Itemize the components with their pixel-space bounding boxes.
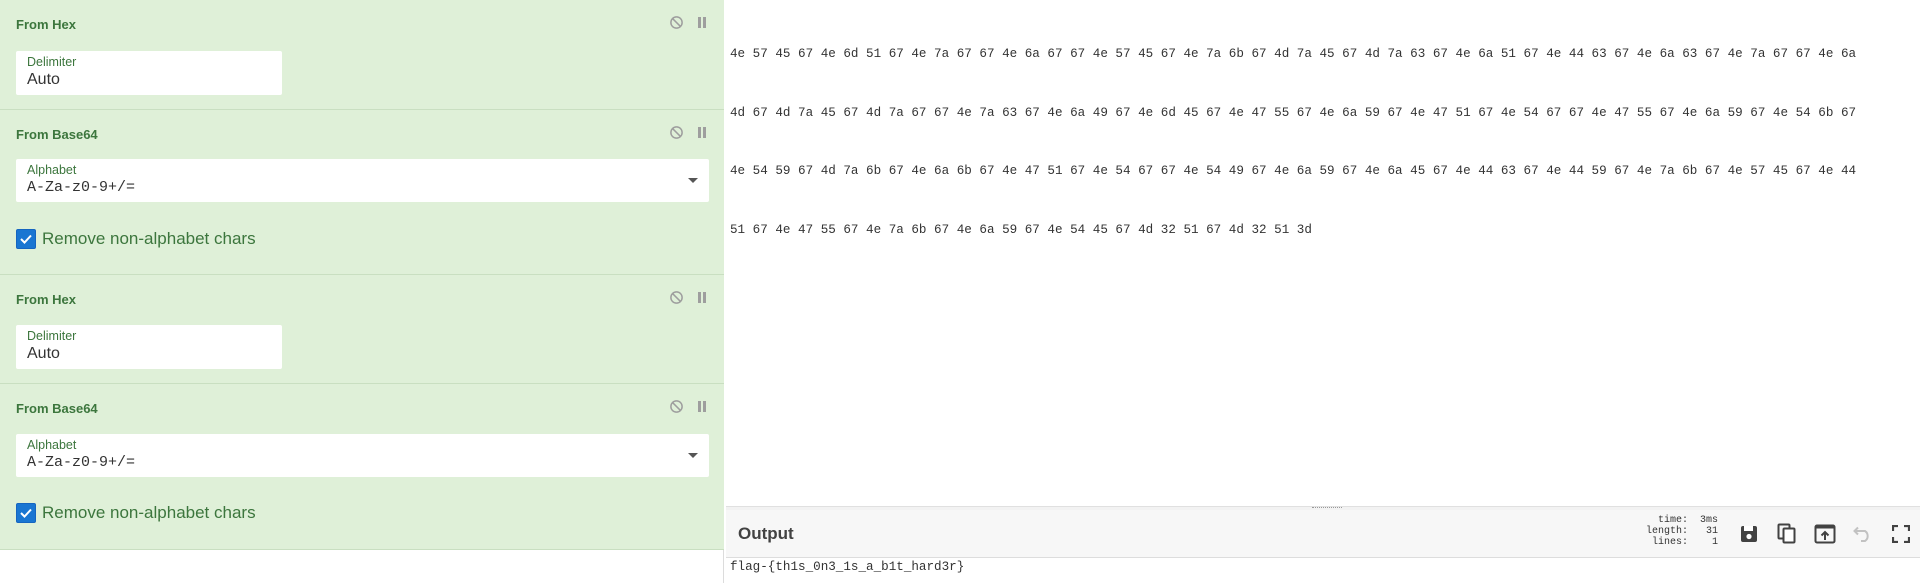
alphabet-field[interactable]: Alphabet A-Za-z0-9+/= xyxy=(16,159,709,202)
pause-icon[interactable] xyxy=(694,124,710,140)
operation-controls xyxy=(668,124,710,140)
operation-title: From Hex xyxy=(16,17,76,32)
splitter-grip[interactable] xyxy=(1312,507,1342,509)
dropdown-arrow-icon[interactable] xyxy=(677,159,709,202)
stat-key: lines: xyxy=(1651,537,1688,548)
alphabet-label: Alphabet xyxy=(27,438,77,452)
operation-controls xyxy=(668,398,710,414)
alphabet-value[interactable]: A-Za-z0-9+/= xyxy=(27,179,135,196)
alphabet-field[interactable]: Alphabet A-Za-z0-9+/= xyxy=(16,434,709,477)
input-line: 4e 57 45 67 4e 6d 51 67 4e 7a 67 67 4e 6… xyxy=(730,47,1857,61)
recipe-pane: From Hex Delimiter Auto From Base64 Alph… xyxy=(0,0,724,583)
pause-icon[interactable] xyxy=(694,289,710,305)
checkbox-label: Remove non-alphabet chars xyxy=(42,503,256,522)
output-header: Output time: 3ms length: 31 lines: 1 xyxy=(726,510,1920,558)
stat-lines: lines: 1 xyxy=(1626,537,1718,548)
stat-value: 1 xyxy=(1711,537,1718,548)
remove-non-alphabet-checkbox[interactable]: Remove non-alphabet chars xyxy=(16,229,256,249)
dropdown-arrow-icon[interactable] xyxy=(677,434,709,477)
stat-key: time: xyxy=(1657,515,1688,526)
delimiter-value[interactable]: Auto xyxy=(27,345,60,363)
delimiter-field[interactable]: Delimiter Auto xyxy=(16,325,282,369)
save-icon[interactable] xyxy=(1730,515,1768,553)
operation-title: From Hex xyxy=(16,292,76,307)
operation-title: From Base64 xyxy=(16,127,98,142)
delimiter-label: Delimiter xyxy=(27,55,77,69)
checkbox-label: Remove non-alphabet chars xyxy=(42,229,256,248)
input-pane[interactable]: 4e 57 45 67 4e 6d 51 67 4e 7a 67 67 4e 6… xyxy=(726,0,1920,506)
recipe-operation-from-base64-1[interactable]: From Base64 Alphabet A-Za-z0-9+/= Remove… xyxy=(0,110,724,275)
disable-icon[interactable] xyxy=(668,14,684,30)
output-pane[interactable]: flag-{th1s_0n3_1s_a_b1t_hard3r} xyxy=(726,558,1920,583)
output-toolbar xyxy=(1730,510,1920,558)
check-icon[interactable] xyxy=(16,503,36,523)
stat-value: 31 xyxy=(1705,526,1718,537)
stat-value: 3ms xyxy=(1699,515,1718,526)
input-line: 51 67 4e 47 55 67 4e 7a 6b 67 4e 6a 59 6… xyxy=(730,222,1312,237)
pause-icon[interactable] xyxy=(694,14,710,30)
replace-input-icon[interactable] xyxy=(1806,515,1844,553)
copy-icon[interactable] xyxy=(1768,515,1806,553)
alphabet-value[interactable]: A-Za-z0-9+/= xyxy=(27,454,135,471)
stat-length: length: 31 xyxy=(1626,526,1718,537)
input-textarea[interactable]: 4e 57 45 67 4e 6d 51 67 4e 7a 67 67 4e 6… xyxy=(730,6,1916,279)
undo-icon[interactable] xyxy=(1844,515,1882,553)
output-text[interactable]: flag-{th1s_0n3_1s_a_b1t_hard3r} xyxy=(730,560,964,574)
check-icon[interactable] xyxy=(16,229,36,249)
recipe-operation-from-hex-2[interactable]: From Hex Delimiter Auto xyxy=(0,275,724,384)
delimiter-label: Delimiter xyxy=(27,329,77,343)
input-line: 4d 67 4d 7a 45 67 4d 7a 67 67 4e 7a 63 6… xyxy=(730,105,1857,120)
output-stats: time: 3ms length: 31 lines: 1 xyxy=(1626,515,1718,548)
stat-key: length: xyxy=(1645,526,1688,537)
output-title: Output xyxy=(738,524,794,543)
input-line: 4e 54 59 67 4d 7a 6b 67 4e 6a 6b 67 4e 4… xyxy=(730,164,1857,178)
stat-time: time: 3ms xyxy=(1626,515,1718,526)
operation-controls xyxy=(668,289,710,305)
cyberchef-app: From Hex Delimiter Auto From Base64 Alph… xyxy=(0,0,1920,583)
delimiter-value[interactable]: Auto xyxy=(27,71,60,89)
disable-icon[interactable] xyxy=(668,124,684,140)
remove-non-alphabet-checkbox[interactable]: Remove non-alphabet chars xyxy=(16,503,256,523)
disable-icon[interactable] xyxy=(668,398,684,414)
delimiter-field[interactable]: Delimiter Auto xyxy=(16,51,282,95)
disable-icon[interactable] xyxy=(668,289,684,305)
pause-icon[interactable] xyxy=(694,398,710,414)
recipe-operation-from-base64-2[interactable]: From Base64 Alphabet A-Za-z0-9+/= Remove… xyxy=(0,384,724,550)
operation-controls xyxy=(668,14,710,30)
alphabet-label: Alphabet xyxy=(27,163,77,177)
recipe-operation-from-hex-1[interactable]: From Hex Delimiter Auto xyxy=(0,0,724,110)
fullscreen-icon[interactable] xyxy=(1882,515,1920,553)
operation-title: From Base64 xyxy=(16,401,98,416)
